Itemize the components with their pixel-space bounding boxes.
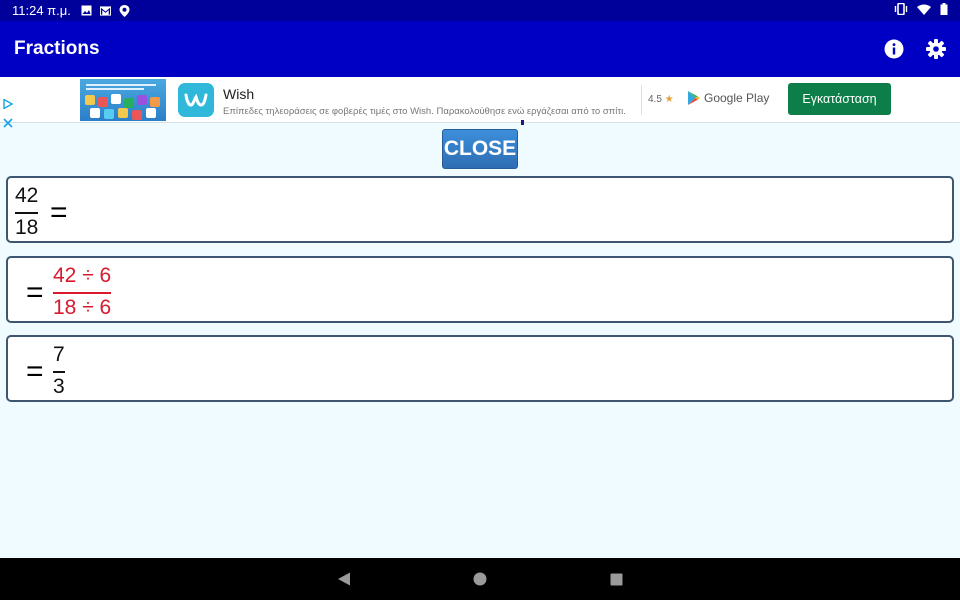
vibrate-icon: [894, 2, 908, 18]
equals-sign: =: [26, 276, 44, 309]
recents-icon[interactable]: [608, 571, 624, 587]
equals-sign: =: [26, 355, 44, 388]
status-notification-icons: [81, 4, 130, 17]
location-icon: [119, 4, 130, 17]
fraction-bar: [53, 371, 65, 373]
install-button[interactable]: Εγκατάσταση: [788, 83, 891, 115]
ad-rating-value: 4.5: [648, 94, 662, 105]
ad-rating: 4.5 ★: [648, 94, 674, 105]
gmail-icon: [99, 5, 111, 16]
step-card-1: 42 18 =: [6, 176, 954, 243]
ad-description[interactable]: Επίπεδες τηλεοράσεις σε φοβερές τιμές στ…: [223, 106, 626, 117]
fraction-numerator: 42: [15, 184, 39, 207]
battery-icon: [940, 3, 948, 18]
close-button[interactable]: CLOSE: [442, 129, 518, 169]
step-card-3: = 7 3: [6, 335, 954, 402]
page-title: Fractions: [14, 38, 100, 59]
ad-banner[interactable]: Wish Επίπεδες τηλεοράσεις σε φοβερές τιμ…: [0, 77, 960, 128]
wish-logo-icon[interactable]: [178, 83, 214, 117]
status-bar: 11:24 π.μ.: [0, 0, 960, 21]
info-icon[interactable]: [884, 39, 904, 59]
back-icon[interactable]: [336, 571, 352, 587]
home-icon[interactable]: [472, 571, 488, 587]
app-bar-actions: [884, 39, 946, 59]
google-play-badge[interactable]: Google Play: [688, 91, 769, 105]
fraction: 7 3: [53, 343, 65, 399]
ad-app-name[interactable]: Wish: [223, 86, 254, 102]
fraction-numerator: 7: [53, 343, 65, 366]
step-card-2: = 42 ÷ 6 18 ÷ 6: [6, 256, 954, 323]
status-time: 11:24 π.μ.: [12, 3, 71, 18]
scroll-indicator: [521, 120, 524, 125]
fraction: 42 ÷ 6 18 ÷ 6: [53, 264, 112, 320]
fraction-bar: [53, 292, 112, 294]
star-icon: ★: [664, 94, 674, 105]
ad-close-icon[interactable]: [3, 115, 13, 133]
ad-choices-icon[interactable]: [3, 96, 14, 114]
fraction-bar: [15, 212, 39, 214]
ad-divider: [641, 85, 642, 115]
status-system-icons: [894, 2, 948, 18]
wifi-icon: [917, 3, 931, 18]
ad-choices-icons[interactable]: [3, 96, 14, 133]
app-bar: Fractions: [0, 21, 960, 77]
fraction-numerator: 42 ÷ 6: [53, 264, 112, 287]
fraction: 42 18: [15, 184, 39, 240]
ad-thumbnail-image[interactable]: [80, 79, 166, 121]
navigation-bar: [0, 558, 960, 600]
settings-icon[interactable]: [926, 39, 946, 59]
fraction-denominator: 18 ÷ 6: [53, 296, 112, 319]
fraction-denominator: 18: [15, 216, 39, 239]
fraction-denominator: 3: [53, 375, 65, 398]
ad-store-label: Google Play: [704, 91, 770, 105]
equals-sign: =: [50, 196, 68, 229]
google-play-icon: [688, 91, 700, 105]
image-icon: [81, 5, 92, 16]
